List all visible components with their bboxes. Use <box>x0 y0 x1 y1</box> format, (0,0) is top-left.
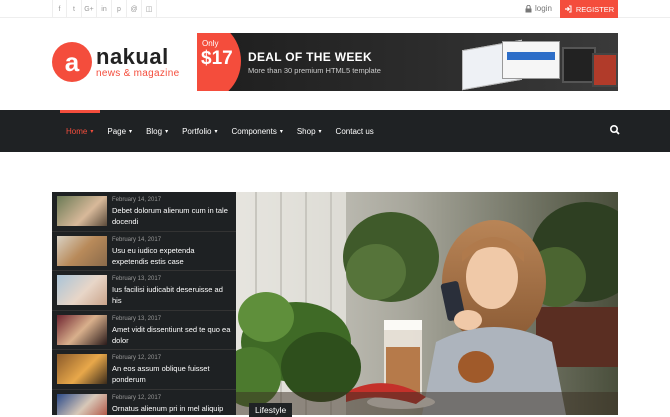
list-item[interactable]: February 14, 2017 Usu eu iudico expetenda… <box>52 232 236 271</box>
post-thumbnail[interactable] <box>57 275 107 305</box>
pinterest-icon[interactable]: p <box>112 0 127 18</box>
nav-item-components[interactable]: Components ▾ <box>231 127 282 136</box>
deal-subtitle: More than 30 premium HTML5 template <box>248 66 381 75</box>
post-title[interactable]: Debet dolorum alienum cum in tale docend… <box>112 205 231 227</box>
post-title[interactable]: Amet vidit dissentiunt sed te quo ea dol… <box>112 324 231 346</box>
deal-banner[interactable]: Only $17 DEAL OF THE WEEK More than 30 p… <box>197 33 618 91</box>
twitter-icon[interactable]: t <box>67 0 82 18</box>
nav-item-portfolio[interactable]: Portfolio ▾ <box>182 127 217 136</box>
chevron-down-icon: ▾ <box>214 128 218 135</box>
nav-item-page[interactable]: Page ▾ <box>107 127 132 136</box>
featured-image[interactable] <box>236 192 618 415</box>
nav-item-blog[interactable]: Blog ▾ <box>146 127 168 136</box>
nav-item-label: Portfolio <box>182 126 212 136</box>
nav-item-home[interactable]: Home ▾ <box>66 127 93 136</box>
post-title[interactable]: Ius facilisi iudicabit deseruisse ad his <box>112 284 231 306</box>
register-label: REGISTER <box>575 4 615 14</box>
logo-tagline: news & magazine <box>96 67 180 79</box>
login-label: login <box>535 4 552 13</box>
nav-item-label: Page <box>107 126 127 136</box>
chevron-down-icon: ▾ <box>165 128 169 135</box>
deal-price: $17 <box>201 48 233 69</box>
recent-posts-list: February 14, 2017 Debet dolorum alienum c… <box>52 192 236 415</box>
post-thumbnail[interactable] <box>57 314 107 345</box>
logo-mark: a <box>52 42 92 82</box>
post-date: February 12, 2017 <box>112 394 162 401</box>
nav-item-label: Home <box>66 126 88 136</box>
post-thumbnail[interactable] <box>57 354 107 384</box>
chevron-down-icon: ▾ <box>129 128 133 135</box>
site-logo[interactable]: a nakual news & magazine <box>52 42 179 82</box>
featured-photo <box>236 192 618 415</box>
nav-menu: Home ▾ Page ▾ Blog ▾ Portfolio ▾ Components ▾ Shop… <box>66 110 388 152</box>
nav-item-shop[interactable]: Shop ▾ <box>297 127 322 136</box>
post-date: February 14, 2017 <box>112 236 162 243</box>
post-title[interactable]: An eos assum oblique fuisset ponderum <box>112 363 231 385</box>
sign-in-icon <box>564 5 572 13</box>
chevron-down-icon: ▾ <box>318 128 322 135</box>
chevron-down-icon: ▾ <box>279 128 283 135</box>
linkedin-icon[interactable]: in <box>97 0 112 18</box>
top-bar: f t G+ in p @ ◫ login REGISTER <box>0 0 670 18</box>
google-plus-icon[interactable]: G+ <box>82 0 97 18</box>
post-date: February 14, 2017 <box>112 197 162 203</box>
facebook-icon[interactable]: f <box>52 0 67 18</box>
register-button[interactable]: REGISTER <box>560 0 618 18</box>
login-link[interactable]: login <box>525 4 552 13</box>
template-preview-image <box>502 41 560 79</box>
deal-title: DEAL OF THE WEEK <box>248 50 372 64</box>
list-item[interactable]: February 12, 2017 An eos assum oblique fu… <box>52 350 236 390</box>
list-item[interactable]: February 14, 2017 Debet dolorum alienum c… <box>52 192 236 232</box>
nav-item-label: Blog <box>146 126 163 136</box>
logo-name: nakual <box>96 43 169 69</box>
search-icon[interactable] <box>609 124 621 136</box>
template-preview-image <box>592 53 618 87</box>
post-title[interactable]: Usu eu iudico expetenda expetendis estis… <box>112 245 231 267</box>
list-item[interactable]: February 13, 2017 Ius facilisi iudicabit … <box>52 271 236 311</box>
dribbble-icon[interactable]: @ <box>127 0 142 18</box>
template-preview-image <box>562 47 596 83</box>
list-item[interactable]: February 13, 2017 Amet vidit dissentiunt … <box>52 311 236 350</box>
list-item[interactable]: February 12, 2017 Ornatus alienum pri in … <box>52 390 236 415</box>
nav-item-label: Contact us <box>335 126 374 136</box>
nav-item-label: Components <box>231 126 277 136</box>
post-title[interactable]: Ornatus alienum pri in mel aliquip <box>112 403 231 414</box>
price-prefix: Only <box>202 39 219 48</box>
post-date: February 12, 2017 <box>112 355 162 361</box>
lock-icon <box>525 4 532 12</box>
post-date: February 13, 2017 <box>112 315 162 322</box>
post-thumbnail[interactable] <box>57 196 107 226</box>
nav-item-label: Shop <box>296 126 316 136</box>
nav-item-contact-us[interactable]: Contact us <box>336 127 374 136</box>
instagram-icon[interactable]: ◫ <box>142 0 157 18</box>
post-thumbnail[interactable] <box>57 393 107 415</box>
post-thumbnail[interactable] <box>57 235 107 266</box>
social-links: f t G+ in p @ ◫ <box>52 0 157 18</box>
chevron-down-icon: ▾ <box>90 128 94 135</box>
post-date: February 13, 2017 <box>112 276 162 282</box>
